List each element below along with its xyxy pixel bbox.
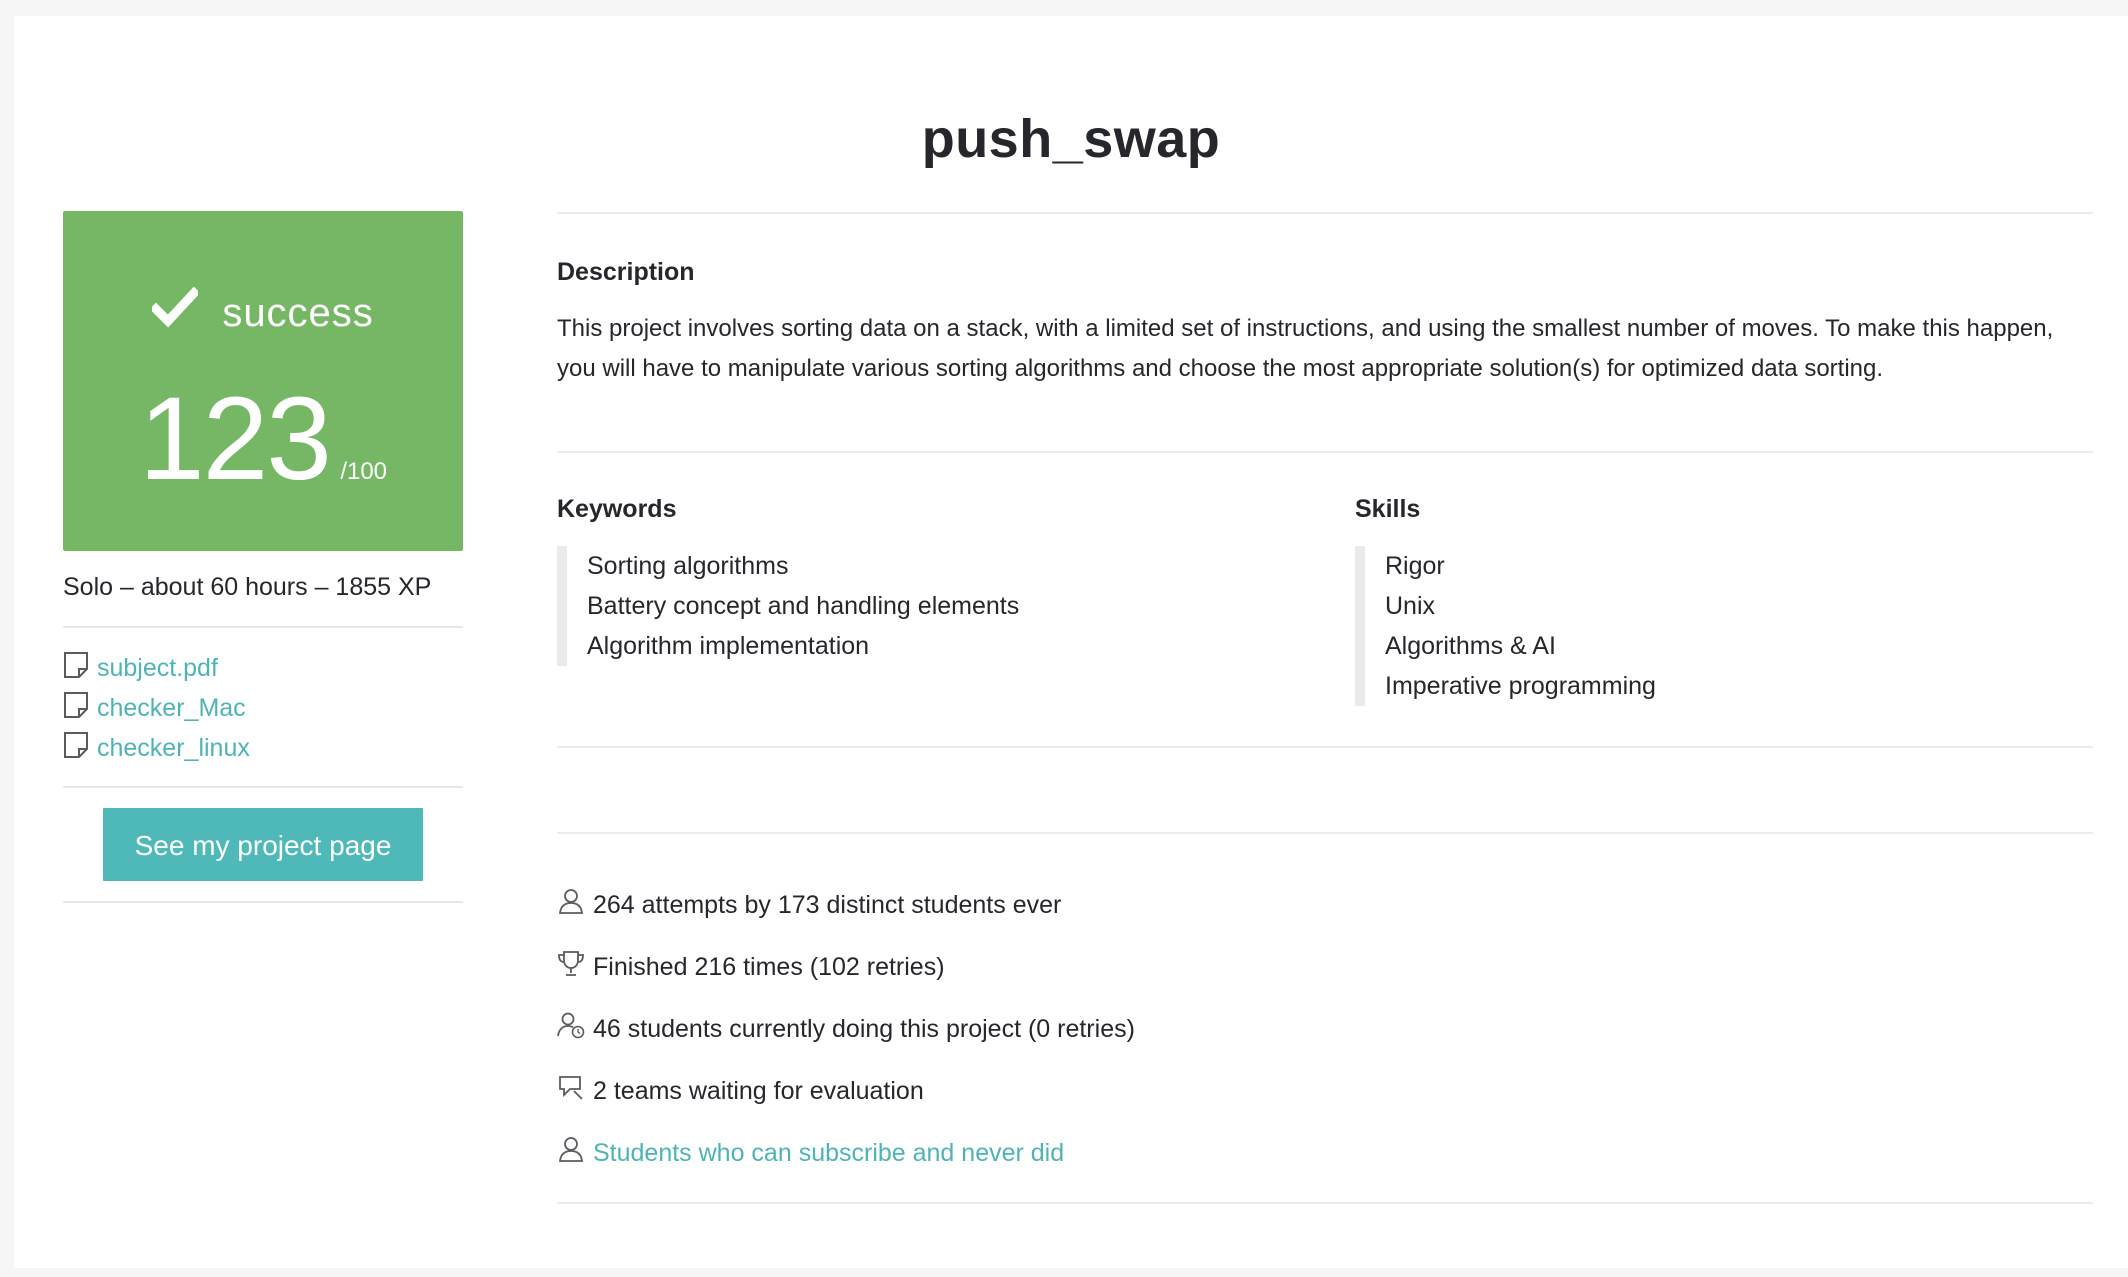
divider (63, 901, 463, 903)
status-label: success (222, 290, 374, 335)
description-section: Description This project involves sortin… (557, 214, 2093, 451)
page-container: push_swap success 123 /100 Solo – about … (14, 16, 2128, 1268)
document-icon (64, 652, 88, 678)
stat-current-text: 46 students currently doing this project… (593, 1014, 1135, 1043)
skills-title: Skills (1355, 495, 1421, 523)
checkmark-icon (152, 287, 199, 328)
attachment-link-checker-linux[interactable]: checker_linux (97, 734, 250, 763)
user-icon (558, 889, 584, 914)
stat-subscribe[interactable]: Students who can subscribe and never did (557, 1122, 2093, 1184)
keywords-list: Sorting algorithms Battery concept and h… (557, 546, 1355, 666)
user-clock-icon (557, 1012, 585, 1039)
stat-current: 46 students currently doing this project… (557, 998, 2093, 1060)
see-project-page-button[interactable]: See my project page (103, 808, 423, 881)
attachment-link-subject[interactable]: subject.pdf (97, 654, 218, 683)
document-icon (64, 692, 88, 718)
skills-column: Skills Rigor Unix Algorithms & AI Impera… (1355, 495, 2093, 706)
stat-waiting: 2 teams waiting for evaluation (557, 1060, 2093, 1122)
description-text: This project involves sorting data on a … (557, 315, 2054, 382)
left-sidebar: success 123 /100 Solo – about 60 hours –… (63, 211, 463, 903)
button-wrapper: See my project page (63, 788, 463, 901)
score-value: 123 (138, 373, 332, 505)
keyword-item: Battery concept and handling elements (587, 592, 1020, 620)
keywords-title: Keywords (557, 495, 677, 523)
trophy-icon (558, 951, 584, 976)
keywords-column: Keywords Sorting algorithms Battery conc… (557, 495, 1355, 706)
stat-attempts: 264 attempts by 173 distinct students ev… (557, 874, 2093, 936)
skill-item: Algorithms & AI (1385, 632, 1556, 660)
score-row: 123 /100 (63, 371, 463, 507)
status-row: success (63, 287, 463, 336)
attachment-item[interactable]: subject.pdf (63, 648, 463, 688)
main-content: Description This project involves sortin… (557, 212, 2093, 1204)
page-title: push_swap (921, 109, 1221, 169)
document-icon (64, 732, 88, 758)
stats-section: 264 attempts by 173 distinct students ev… (557, 834, 2093, 1202)
empty-section (557, 748, 2093, 832)
speech-bubble-icon (559, 1076, 583, 1100)
user-icon (558, 1137, 584, 1162)
stat-waiting-text: 2 teams waiting for evaluation (593, 1076, 924, 1105)
subscribe-students-link[interactable]: Students who can subscribe and never did (593, 1139, 1064, 1168)
keyword-item: Sorting algorithms (587, 552, 789, 580)
skill-item: Imperative programming (1385, 672, 1656, 700)
keywords-skills-section: Keywords Sorting algorithms Battery conc… (557, 453, 2093, 746)
score-card: success 123 /100 (63, 211, 463, 551)
skill-item: Unix (1385, 592, 1436, 620)
attachment-link-checker-mac[interactable]: checker_Mac (97, 694, 246, 723)
project-info: Solo – about 60 hours – 1855 XP (63, 573, 432, 601)
description-title: Description (557, 258, 695, 286)
stat-finished-text: Finished 216 times (102 retries) (593, 952, 945, 981)
skill-item: Rigor (1385, 552, 1445, 580)
skills-list: Rigor Unix Algorithms & AI Imperative pr… (1355, 546, 2093, 706)
score-max: /100 (340, 458, 388, 485)
attachment-item[interactable]: checker_Mac (63, 688, 463, 728)
stat-finished: Finished 216 times (102 retries) (557, 936, 2093, 998)
attachments-list: subject.pdf checker_Mac checker_linux (63, 628, 463, 786)
stat-attempts-text: 264 attempts by 173 distinct students ev… (593, 890, 1062, 919)
keyword-item: Algorithm implementation (587, 632, 870, 660)
attachment-item[interactable]: checker_linux (63, 728, 463, 768)
divider (557, 1202, 2093, 1204)
